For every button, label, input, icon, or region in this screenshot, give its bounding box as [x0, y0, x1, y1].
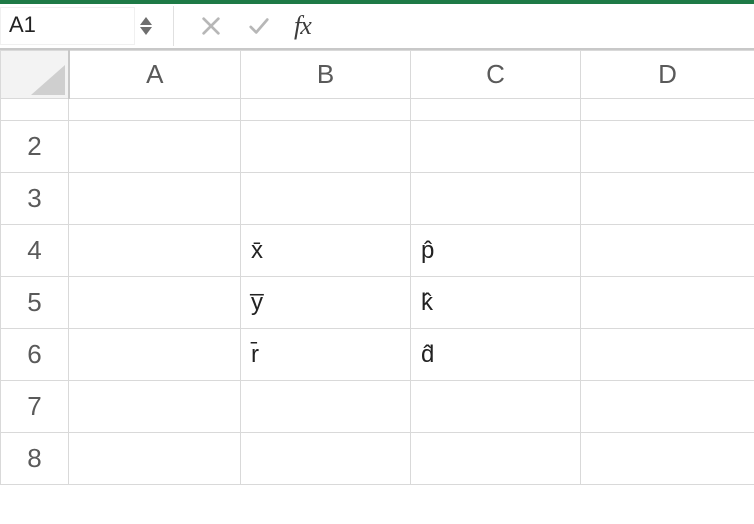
cell-D2[interactable] [581, 121, 754, 173]
row-3: 3 [1, 173, 754, 225]
column-header-D[interactable]: D [581, 51, 754, 99]
cell-A1[interactable] [69, 99, 241, 121]
spreadsheet-grid: A B C D 2 3 [0, 50, 754, 485]
name-box-wrap: A1 [0, 6, 174, 46]
cell-B1[interactable] [241, 99, 411, 121]
cell-A6[interactable] [69, 329, 241, 381]
fx-icon[interactable]: fx [294, 11, 311, 41]
row-header-4[interactable]: 4 [1, 225, 69, 277]
name-box[interactable]: A1 [0, 7, 135, 45]
cell-B2[interactable] [241, 121, 411, 173]
row-4: 4 x̄ p̂ [1, 225, 754, 277]
cell-B6[interactable]: r̄ [241, 329, 411, 381]
cell-D6[interactable] [581, 329, 754, 381]
column-header-A[interactable]: A [69, 51, 241, 99]
cell-A3[interactable] [69, 173, 241, 225]
select-all-corner[interactable] [1, 51, 69, 99]
cell-D1[interactable] [581, 99, 754, 121]
formula-bar: A1 fx [0, 4, 754, 50]
cell-C3[interactable] [411, 173, 581, 225]
cell-C1[interactable] [411, 99, 581, 121]
cell-B7[interactable] [241, 381, 411, 433]
row-1 [1, 99, 754, 121]
select-all-triangle-icon [31, 65, 65, 95]
column-header-row: A B C D [1, 51, 754, 99]
row-header-6[interactable]: 6 [1, 329, 69, 381]
cell-C2[interactable] [411, 121, 581, 173]
row-5: 5 y̅ k̂ [1, 277, 754, 329]
cell-D3[interactable] [581, 173, 754, 225]
cell-D4[interactable] [581, 225, 754, 277]
column-header-B[interactable]: B [241, 51, 411, 99]
cell-A2[interactable] [69, 121, 241, 173]
accept-icon[interactable] [246, 13, 272, 39]
cell-C6[interactable]: d̂ [411, 329, 581, 381]
row-2: 2 [1, 121, 754, 173]
row-7: 7 [1, 381, 754, 433]
name-box-step-up-icon[interactable] [140, 17, 152, 25]
row-header-5[interactable]: 5 [1, 277, 69, 329]
cell-B8[interactable] [241, 433, 411, 485]
cell-C8[interactable] [411, 433, 581, 485]
formula-bar-buttons: fx [174, 11, 335, 41]
cell-C7[interactable] [411, 381, 581, 433]
row-8: 8 [1, 433, 754, 485]
column-header-C[interactable]: C [411, 51, 581, 99]
row-header-2[interactable]: 2 [1, 121, 69, 173]
row-6: 6 r̄ d̂ [1, 329, 754, 381]
cell-A7[interactable] [69, 381, 241, 433]
cell-A8[interactable] [69, 433, 241, 485]
cell-B3[interactable] [241, 173, 411, 225]
name-box-step-down-icon[interactable] [140, 27, 152, 35]
cell-A5[interactable] [69, 277, 241, 329]
row-header-3[interactable]: 3 [1, 173, 69, 225]
cell-A4[interactable] [69, 225, 241, 277]
cell-D7[interactable] [581, 381, 754, 433]
cell-D8[interactable] [581, 433, 754, 485]
cell-C5[interactable]: k̂ [411, 277, 581, 329]
formula-input[interactable] [341, 9, 754, 43]
row-header-1[interactable] [1, 99, 69, 121]
cell-B5[interactable]: y̅ [241, 277, 411, 329]
name-box-stepper [135, 17, 157, 35]
cell-B4[interactable]: x̄ [241, 225, 411, 277]
row-header-7[interactable]: 7 [1, 381, 69, 433]
cancel-icon[interactable] [198, 13, 224, 39]
cell-D5[interactable] [581, 277, 754, 329]
cell-C4[interactable]: p̂ [411, 225, 581, 277]
row-header-8[interactable]: 8 [1, 433, 69, 485]
